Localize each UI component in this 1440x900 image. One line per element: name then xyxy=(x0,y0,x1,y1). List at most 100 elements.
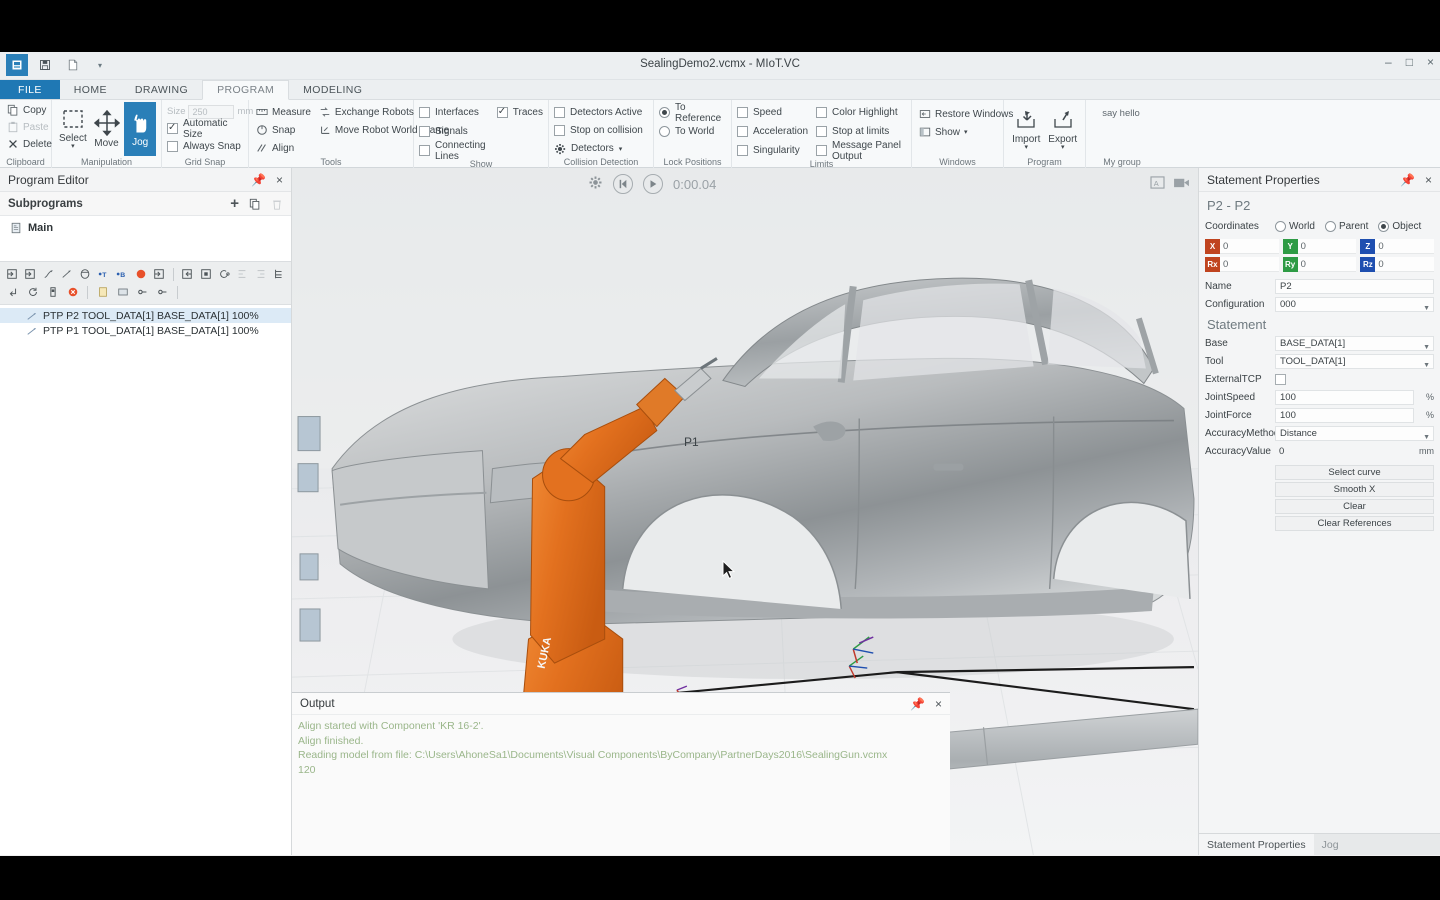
select-tool-button[interactable]: Select ▾ xyxy=(57,102,89,156)
tab-program[interactable]: PROGRAM xyxy=(202,80,290,100)
coordinate-mode-world[interactable]: World xyxy=(1275,220,1315,232)
external-tcp-checkbox[interactable] xyxy=(1275,373,1286,385)
z-input[interactable]: 0 xyxy=(1375,239,1434,254)
joint-speed-input[interactable]: 100 xyxy=(1275,389,1414,405)
output-body[interactable]: Align started with Component 'KR 16-2'. … xyxy=(292,715,950,777)
3d-viewport[interactable]: KUKA 0:00.04 A P1 Output 📌 × Align start… xyxy=(292,168,1198,855)
paste-button[interactable]: Paste xyxy=(5,119,51,135)
indent-right-icon[interactable] xyxy=(253,266,268,283)
simulation-reset-button[interactable] xyxy=(613,174,633,194)
to-world-radio[interactable] xyxy=(659,126,670,137)
path-icon[interactable] xyxy=(78,266,93,283)
traces-checkbox-row[interactable]: Traces xyxy=(496,104,543,121)
detectors-menu-caret[interactable]: ▾ xyxy=(619,145,623,153)
parent-radio[interactable] xyxy=(1324,220,1336,232)
grid-size-input[interactable]: 250 xyxy=(188,104,235,119)
snap-button[interactable]: Snap xyxy=(254,122,313,138)
select-curve-button[interactable]: Select curve xyxy=(1275,465,1434,480)
pin-icon[interactable]: 📌 xyxy=(910,697,925,711)
insert-icon[interactable] xyxy=(151,266,166,283)
statement-row-p2[interactable]: PTP P2 TOOL_DATA[1] BASE_DATA[1] 100% xyxy=(0,308,291,323)
loop-icon[interactable] xyxy=(216,266,231,283)
automatic-size-checkbox-row[interactable]: Automatic Size xyxy=(167,118,243,140)
clear-references-button[interactable]: Clear References xyxy=(1275,516,1434,531)
color-highlight-checkbox-row[interactable]: Color Highlight xyxy=(816,104,906,121)
x-input[interactable]: 0 xyxy=(1220,239,1279,254)
delete-statement-icon[interactable] xyxy=(64,284,81,301)
return-icon[interactable] xyxy=(4,284,21,301)
close-icon[interactable]: × xyxy=(1425,173,1432,187)
object-radio[interactable] xyxy=(1378,220,1390,232)
smooth-x-button[interactable]: Smooth X xyxy=(1275,482,1434,497)
close-button[interactable]: × xyxy=(1427,56,1434,68)
connecting-lines-checkbox[interactable] xyxy=(419,145,430,156)
stop-at-limits-checkbox[interactable] xyxy=(816,126,828,137)
singularity-checkbox-row[interactable]: Singularity xyxy=(737,142,808,159)
chevron-down-icon[interactable]: ▼ xyxy=(1423,302,1430,315)
record-icon[interactable] xyxy=(133,266,148,283)
tab-modeling[interactable]: MODELING xyxy=(289,80,376,99)
configuration-select[interactable]: 000 ▼ xyxy=(1275,296,1434,315)
singularity-checkbox[interactable] xyxy=(737,145,748,156)
message-panel-output-checkbox-row[interactable]: Message Panel Output xyxy=(816,140,906,162)
tab-home[interactable]: HOME xyxy=(60,80,121,99)
coordinate-field-y[interactable]: Y 0 xyxy=(1282,238,1357,255)
clear-button[interactable]: Clear xyxy=(1275,499,1434,514)
traces-checkbox[interactable] xyxy=(496,106,508,118)
joint-force-input[interactable]: 100 xyxy=(1275,407,1414,423)
simulation-play-button[interactable] xyxy=(643,174,663,194)
acceleration-checkbox-row[interactable]: Acceleration xyxy=(737,123,808,140)
panel-icon[interactable] xyxy=(114,284,131,301)
tool-select[interactable]: TOOL_DATA[1] ▼ xyxy=(1275,353,1434,369)
copy-statement-icon[interactable] xyxy=(180,266,195,283)
automatic-size-checkbox[interactable] xyxy=(167,122,178,134)
stop-on-collision-checkbox[interactable] xyxy=(554,125,565,136)
import-button[interactable]: Import ▾ xyxy=(1009,103,1044,157)
speed-checkbox[interactable] xyxy=(737,107,748,118)
color-highlight-checkbox[interactable] xyxy=(816,107,828,118)
accuracy-value-input[interactable]: 0 xyxy=(1275,444,1414,459)
measure-button[interactable]: Measure xyxy=(254,104,313,120)
delay-icon[interactable] xyxy=(44,284,61,301)
export-caret[interactable]: ▾ xyxy=(1061,144,1065,151)
y-input[interactable]: 0 xyxy=(1297,239,1357,254)
coordinate-mode-object[interactable]: Object xyxy=(1378,220,1421,232)
coordinate-field-rz[interactable]: Rz 0 xyxy=(1360,256,1434,273)
acceleration-checkbox[interactable] xyxy=(737,126,748,137)
coordinate-field-x[interactable]: X 0 xyxy=(1205,238,1279,255)
speed-checkbox-row[interactable]: Speed xyxy=(737,104,808,121)
indent-left-icon[interactable] xyxy=(235,266,250,283)
always-snap-checkbox[interactable] xyxy=(167,141,178,152)
to-world-radio-row[interactable]: To World xyxy=(659,123,714,140)
move-tool-button[interactable]: Move xyxy=(91,102,123,156)
maximize-button[interactable]: □ xyxy=(1406,56,1413,68)
show-windows-button[interactable]: Show ▾ xyxy=(917,124,970,140)
structure-icon[interactable] xyxy=(272,266,287,283)
ptp-motion-icon[interactable] xyxy=(59,266,74,283)
stop-at-limits-checkbox-row[interactable]: Stop at limits xyxy=(816,123,906,140)
pin-icon[interactable]: 📌 xyxy=(1400,173,1415,187)
duplicate-subprogram-icon[interactable] xyxy=(249,198,261,210)
signals-checkbox[interactable] xyxy=(419,126,430,137)
jog-tool-button[interactable]: Jog xyxy=(124,102,157,156)
chevron-down-icon[interactable]: ▼ xyxy=(1423,431,1430,444)
to-reference-radio-row[interactable]: To Reference xyxy=(659,102,726,124)
coordinate-mode-parent[interactable]: Parent xyxy=(1324,220,1368,232)
always-snap-checkbox-row[interactable]: Always Snap xyxy=(167,138,241,155)
message-panel-output-checkbox[interactable] xyxy=(816,145,828,156)
interfaces-checkbox[interactable] xyxy=(419,107,430,118)
insert-statement-icon[interactable] xyxy=(4,266,19,283)
close-icon[interactable]: × xyxy=(935,697,942,711)
export-button[interactable]: Export ▾ xyxy=(1046,103,1081,157)
comment-icon[interactable] xyxy=(198,266,213,283)
tab-file[interactable]: FILE xyxy=(0,80,60,99)
note-icon[interactable] xyxy=(94,284,111,301)
to-reference-radio[interactable] xyxy=(659,107,670,118)
show-windows-caret[interactable]: ▾ xyxy=(964,128,968,136)
tab-drawing[interactable]: DRAWING xyxy=(121,80,202,99)
statement-row-p1[interactable]: PTP P1 TOOL_DATA[1] BASE_DATA[1] 100% xyxy=(0,323,291,338)
chevron-down-icon[interactable]: ▼ xyxy=(1423,341,1430,354)
rx-input[interactable]: 0 xyxy=(1220,257,1279,272)
import-caret[interactable]: ▾ xyxy=(1024,144,1028,151)
lin-motion-icon[interactable] xyxy=(41,266,56,283)
